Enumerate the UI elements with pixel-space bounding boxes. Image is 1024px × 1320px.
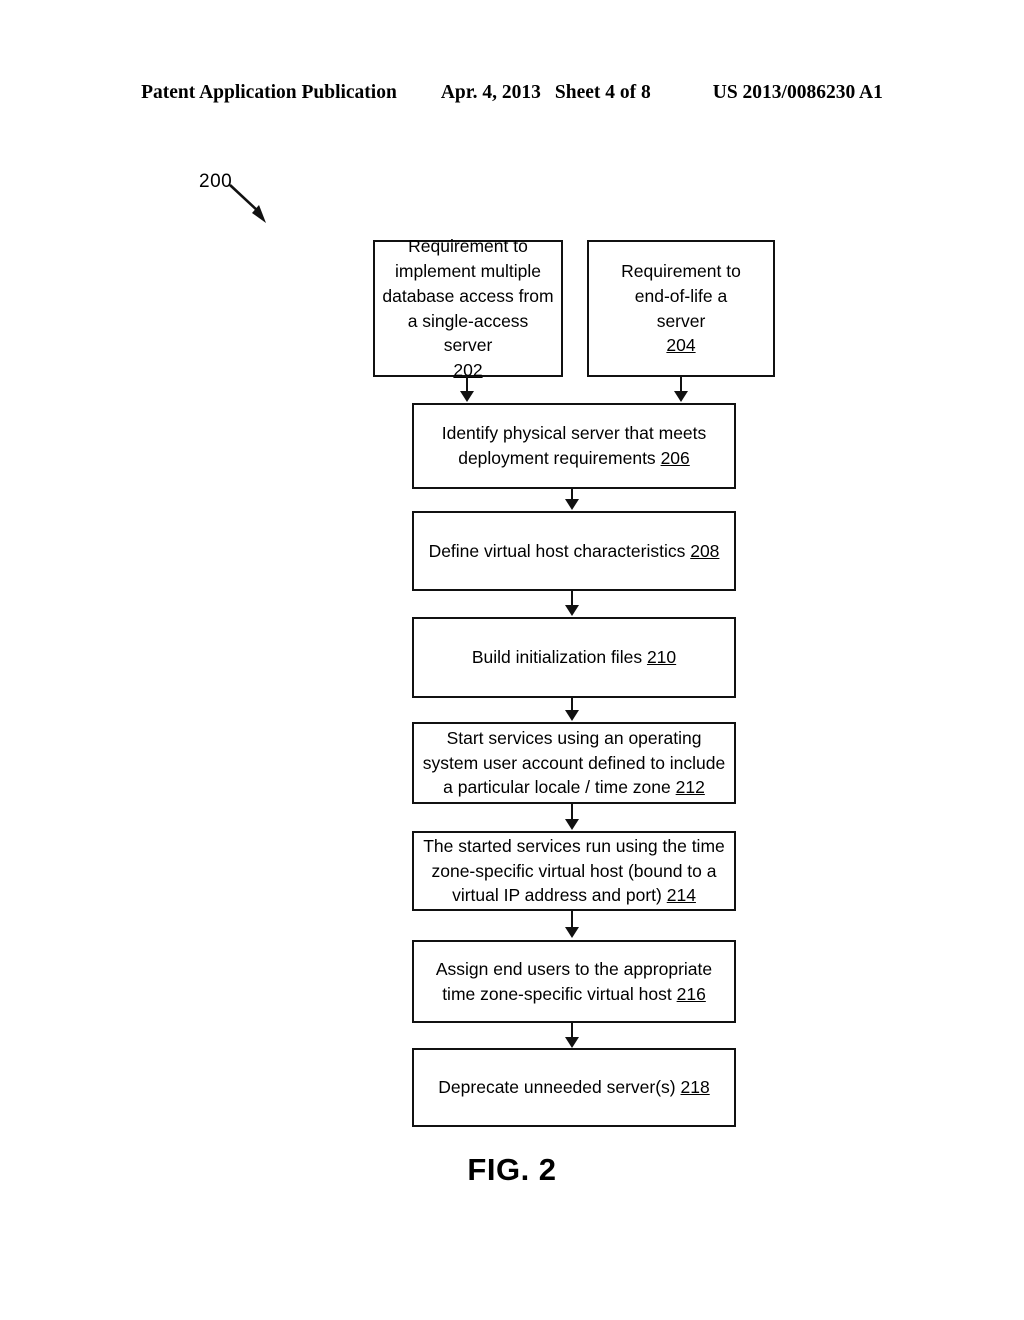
flow-node-204-line-0: Requirement to [621,260,741,281]
flow-node-216-refnum: 216 [676,983,706,1004]
edge-216-to-218-line [571,1023,573,1038]
flow-node-204-line-2: server [656,310,706,331]
flow-node-204-refnum: 204 [666,335,696,356]
flow-node-212-line-2: a particular locale / time zone [443,777,671,798]
flow-node-208-refnum: 208 [690,540,720,561]
flow-node-214-line-1: zone-specific virtual host (bound to a [431,860,717,881]
flow-node-212: Start services using an operating system… [412,722,736,804]
flow-node-206-text: Identify physical server that meets depl… [421,421,727,471]
flow-node-202-line-2: database access from [382,285,554,306]
flow-node-204: Requirement to end-of-life a server 204 [587,240,775,377]
flow-node-206-line-0: Identify physical server that meets [441,423,707,444]
flow-node-212-line-0: Start services using an operating [446,727,702,748]
figure-caption: FIG. 2 [467,1152,557,1187]
flow-node-206-line-1: deployment requirements [458,448,656,468]
flowchart-figure: 200 Requirement to implement multiple da… [0,0,1024,1320]
flow-node-204-line-1: end-of-life a [634,285,728,306]
flow-node-218: Deprecate unneeded server(s) 218 [412,1048,736,1127]
flow-node-202-line-1: implement multiple [395,260,541,281]
flow-node-214-line-2: virtual IP address and port) [452,885,662,906]
flow-node-216: Assign end users to the appropriate time… [412,940,736,1023]
flow-node-210-text: Build initialization files 210 [421,645,727,670]
edge-212-to-214-line [571,804,573,820]
edge-208-to-210-arrowhead-icon [565,605,579,616]
edge-216-to-218-arrowhead-icon [565,1037,579,1048]
edge-202-to-206-line [466,377,468,392]
edge-204-to-206-line [680,377,682,392]
edge-206-to-208-arrowhead-icon [565,499,579,510]
flow-node-214-text: The started services run using the time … [421,834,727,909]
flow-node-208-text: Define virtual host characteristics 208 [421,539,727,564]
flow-node-208: Define virtual host characteristics 208 [412,511,736,591]
flow-node-206: Identify physical server that meets depl… [412,403,736,489]
flow-node-214-line-0: The started services run using the time [423,835,725,856]
flow-node-212-line-1: system user account defined to include [422,752,726,773]
flow-node-204-text: Requirement to end-of-life a server 204 [596,259,766,358]
flow-node-216-line-0: Assign end users to the appropriate [435,958,713,979]
edge-212-to-214-arrowhead-icon [565,819,579,830]
flow-node-212-text: Start services using an operating system… [421,726,727,801]
flow-node-210-line-0: Build initialization files [471,647,643,668]
flow-node-216-line-1: time zone-specific virtual host [442,983,672,1004]
edge-210-to-212-arrowhead-icon [565,710,579,721]
flow-node-210: Build initialization files 210 [412,617,736,698]
flow-node-214-refnum: 214 [666,885,696,906]
edge-214-to-216-arrowhead-icon [565,927,579,938]
edge-202-to-206-arrowhead-icon [460,391,474,402]
flow-node-218-refnum: 218 [680,1077,710,1098]
flow-node-202-line-0: Requirement to [408,235,528,256]
edge-208-to-210-line [571,591,573,606]
flow-node-202-line-3: a single-access server [407,310,529,356]
edge-214-to-216-line [571,911,573,928]
figure-reference-lead-arrow-icon [229,184,266,223]
edge-204-to-206-arrowhead-icon [674,391,688,402]
flow-node-216-text: Assign end users to the appropriate time… [421,957,727,1007]
flow-node-210-refnum: 210 [646,647,677,668]
flow-node-218-text: Deprecate unneeded server(s) 218 [421,1075,727,1100]
flow-node-208-line-0: Define virtual host characteristics [428,540,686,561]
flow-node-214: The started services run using the time … [412,831,736,911]
flow-node-202: Requirement to implement multiple databa… [373,236,563,380]
flow-node-218-line-0: Deprecate unneeded server(s) [438,1077,676,1098]
flow-node-212-refnum: 212 [675,777,705,798]
flow-node-206-refnum: 206 [660,448,690,468]
flow-node-202-text: Requirement to implement multiple databa… [382,234,554,383]
